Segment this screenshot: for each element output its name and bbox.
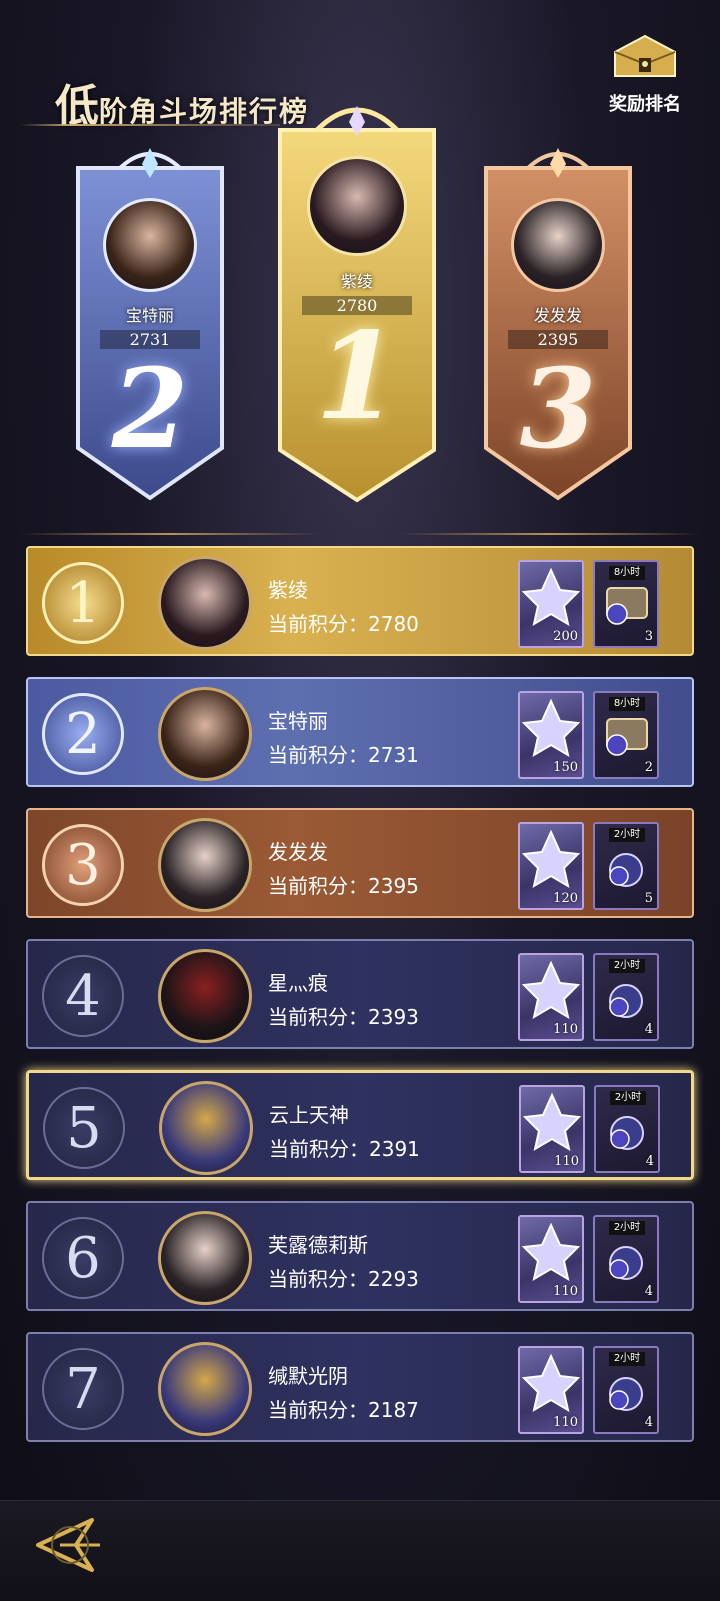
avatar <box>511 198 605 292</box>
reward-item-crystal[interactable]: 110 <box>518 1346 584 1434</box>
avatar <box>158 818 252 912</box>
podium-name: 紫绫 <box>340 272 373 291</box>
duration-tag: 2小时 <box>609 959 645 973</box>
podium-rank-number: 2 <box>111 344 189 473</box>
reward-ranking-label: 奖励排名 <box>609 94 681 115</box>
ranking-row-6[interactable]: 6 芙露德莉斯 当前积分：2293 110 2小时 4 <box>26 1201 694 1311</box>
crystal-star-icon <box>521 960 581 1020</box>
reward-item-exp-chest[interactable]: 2小时 5 <box>593 822 659 910</box>
reward-item-exp-chest[interactable]: 8小时 2 <box>593 691 659 779</box>
duration-tag: 2小时 <box>609 1352 645 1366</box>
item-count: 110 <box>554 1154 579 1169</box>
ranking-row-1[interactable]: 1 紫绫 当前积分：2780 200 8小时 3 <box>26 546 694 656</box>
crystal-star-icon <box>521 1353 581 1413</box>
player-score: 当前积分：2391 <box>269 1137 420 1161</box>
reward-item-exp-chest[interactable]: 2小时 4 <box>593 1346 659 1434</box>
reward-item-exp-chest[interactable]: 8小时 3 <box>593 560 659 648</box>
rank-medal: 5 <box>43 1087 125 1169</box>
avatar <box>158 556 252 650</box>
player-name: 云上天神 <box>269 1103 349 1127</box>
reward-item-crystal[interactable]: 110 <box>519 1085 585 1173</box>
reward-item-exp-chest[interactable]: 2小时 4 <box>593 1215 659 1303</box>
ranking-row-3[interactable]: 3 发发发 当前积分：2395 120 2小时 5 <box>26 808 694 918</box>
back-arrow-icon <box>36 1518 100 1572</box>
podium-rank-number: 1 <box>315 306 399 447</box>
reward-item-crystal[interactable]: 110 <box>518 953 584 1041</box>
reward-item-exp-chest[interactable]: 2小时 4 <box>593 953 659 1041</box>
reward-item-exp-chest[interactable]: 2小时 4 <box>594 1085 660 1173</box>
player-name: 缄默光阴 <box>268 1364 348 1388</box>
item-count: 4 <box>644 1022 653 1037</box>
item-count: 4 <box>645 1154 654 1169</box>
rank-medal: 3 <box>42 824 124 906</box>
back-button[interactable] <box>30 1512 108 1578</box>
avatar <box>307 156 407 256</box>
player-name: 宝特丽 <box>268 709 328 733</box>
item-count: 120 <box>553 891 578 906</box>
reward-item-crystal[interactable]: 120 <box>518 822 584 910</box>
avatar <box>158 1211 252 1305</box>
avatar <box>103 198 197 292</box>
player-score: 当前积分：2393 <box>268 1005 419 1029</box>
ranking-row-2[interactable]: 2 宝特丽 当前积分：2731 150 8小时 2 <box>26 677 694 787</box>
reward-item-crystal[interactable]: 200 <box>518 560 584 648</box>
avatar <box>158 687 252 781</box>
podium-rank-3[interactable]: 发发发 2395 3 <box>478 148 638 508</box>
item-count: 4 <box>644 1415 653 1430</box>
duration-tag: 2小时 <box>609 1221 645 1235</box>
avatar <box>159 1081 253 1175</box>
podium-rank-1[interactable]: 紫绫 2780 1 <box>272 100 442 510</box>
player-score: 当前积分：2187 <box>268 1398 419 1422</box>
item-count: 3 <box>644 629 653 644</box>
ranking-row-7[interactable]: 7 缄默光阴 当前积分：2187 110 2小时 4 <box>26 1332 694 1442</box>
item-count: 5 <box>644 891 653 906</box>
reward-item-crystal[interactable]: 150 <box>518 691 584 779</box>
crystal-star-icon <box>521 567 581 627</box>
reward-ranking-button[interactable]: 奖励排名 <box>600 30 690 116</box>
duration-tag: 2小时 <box>609 828 645 842</box>
player-score: 当前积分：2293 <box>268 1267 419 1291</box>
crystal-star-icon <box>521 1222 581 1282</box>
ranking-row-5-self[interactable]: 5 云上天神 当前积分：2391 110 2小时 4 <box>26 1070 694 1180</box>
player-name: 星灬痕 <box>268 971 328 995</box>
rank-medal: 7 <box>42 1348 124 1430</box>
section-divider <box>20 533 320 535</box>
player-name: 发发发 <box>268 840 328 864</box>
crystal-star-icon <box>521 829 581 889</box>
bottom-bar <box>0 1500 720 1601</box>
podium-rank-number: 3 <box>519 344 597 473</box>
title-underline <box>20 124 280 126</box>
item-count: 2 <box>644 760 653 775</box>
crystal-star-icon <box>521 698 581 758</box>
item-count: 150 <box>553 760 578 775</box>
podium-name: 发发发 <box>533 306 582 325</box>
rank-medal: 6 <box>42 1217 124 1299</box>
crystal-star-icon <box>522 1092 582 1152</box>
avatar <box>158 1342 252 1436</box>
treasure-chest-icon <box>614 34 676 77</box>
rank-medal: 2 <box>42 693 124 775</box>
item-count: 110 <box>553 1284 578 1299</box>
duration-tag: 8小时 <box>609 566 645 580</box>
item-count: 110 <box>553 1415 578 1430</box>
item-count: 200 <box>553 629 578 644</box>
avatar <box>158 949 252 1043</box>
ranking-row-4[interactable]: 4 星灬痕 当前积分：2393 110 2小时 4 <box>26 939 694 1049</box>
podium-name: 宝特丽 <box>125 306 174 325</box>
player-name: 紫绫 <box>268 578 308 602</box>
player-name: 芙露德莉斯 <box>268 1233 368 1257</box>
section-divider <box>400 533 700 535</box>
rank-medal: 4 <box>42 955 124 1037</box>
player-score: 当前积分：2780 <box>268 612 419 636</box>
player-score: 当前积分：2395 <box>268 874 419 898</box>
player-score: 当前积分：2731 <box>268 743 419 767</box>
duration-tag: 2小时 <box>610 1091 646 1105</box>
podium-rank-2[interactable]: 宝特丽 2731 2 <box>70 148 230 508</box>
rank-medal: 1 <box>42 562 124 644</box>
item-count: 4 <box>644 1284 653 1299</box>
item-count: 110 <box>553 1022 578 1037</box>
reward-item-crystal[interactable]: 110 <box>518 1215 584 1303</box>
duration-tag: 8小时 <box>609 697 645 711</box>
